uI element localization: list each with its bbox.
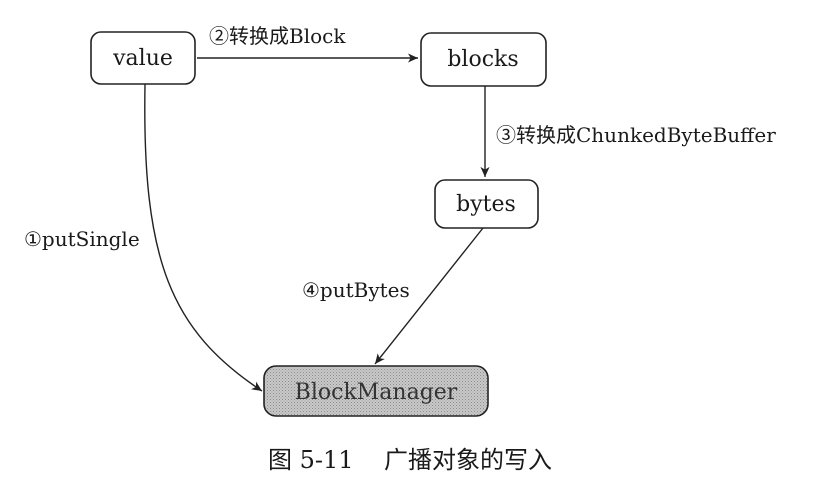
node-value-label: value	[112, 46, 173, 71]
edge-label-put-single: ①putSingle	[24, 227, 140, 251]
node-blocks-label: blocks	[447, 47, 518, 72]
edge-label-convert-to-chunked-byte-buffer: ③转换成ChunkedByteBuffer	[496, 123, 776, 147]
edge-value-to-block-manager	[144, 83, 263, 392]
node-block-manager-label: BlockManager	[295, 380, 458, 405]
broadcast-write-diagram: value blocks bytes BlockManager ②转换成Bloc…	[24, 24, 776, 474]
node-blocks: blocks	[420, 32, 547, 87]
node-value: value	[90, 31, 196, 85]
edge-label-put-bytes: ④putBytes	[302, 278, 410, 302]
figure-caption: 图 5-11 广播对象的写入	[268, 446, 552, 474]
node-bytes-label: bytes	[456, 192, 516, 217]
node-bytes: bytes	[434, 179, 539, 229]
edge-label-convert-to-block: ②转换成Block	[209, 24, 346, 48]
node-block-manager: BlockManager	[263, 365, 489, 417]
